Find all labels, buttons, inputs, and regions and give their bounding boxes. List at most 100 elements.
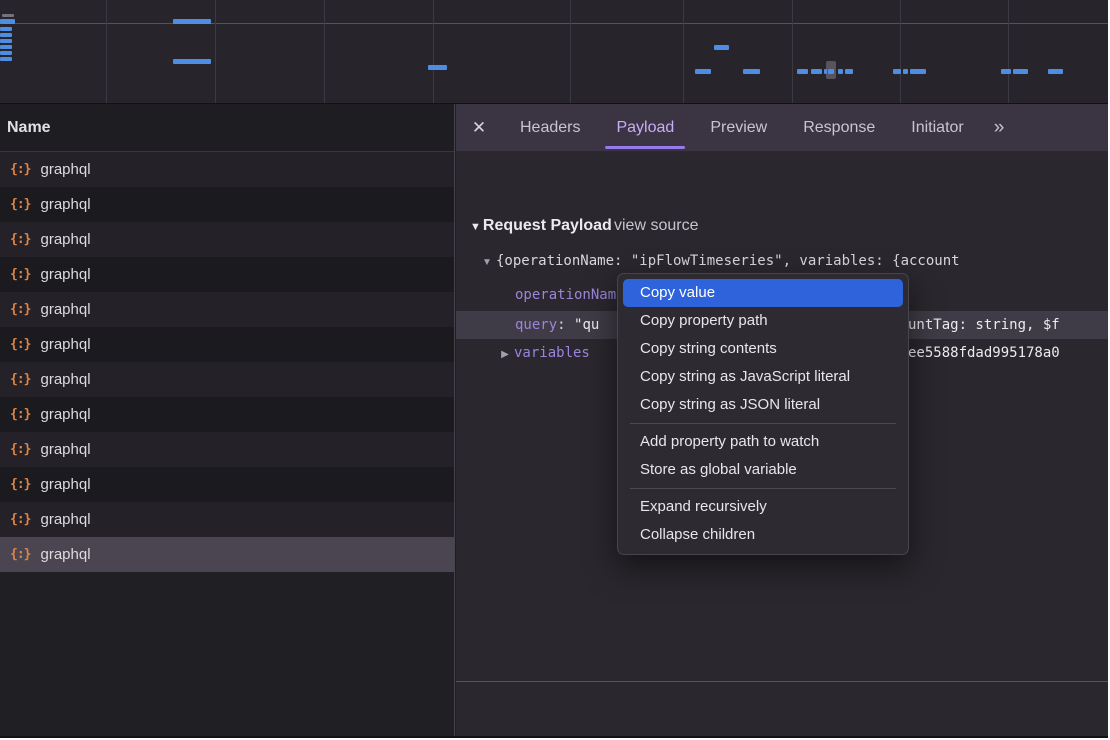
property-key: operationName — [515, 287, 625, 303]
menu-item-copy-property-path[interactable]: Copy property path — [623, 307, 903, 335]
property-value-right-fragment: untTag: string, $f — [908, 311, 1060, 339]
request-timing-bar — [838, 69, 843, 74]
request-name-label: graphql — [40, 336, 90, 353]
request-row[interactable]: {:} graphql — [0, 502, 454, 537]
request-timing-bar — [903, 69, 908, 74]
collapse-triangle-icon: ▼ — [470, 221, 481, 233]
json-fetch-icon: {:} — [10, 477, 30, 492]
more-tabs-chevron-icon[interactable]: » — [986, 104, 1011, 151]
json-fetch-icon: {:} — [10, 372, 30, 387]
request-row[interactable]: {:} graphql — [0, 222, 454, 257]
request-row[interactable]: {:} graphql — [0, 292, 454, 327]
json-fetch-icon: {:} — [10, 407, 30, 422]
request-timing-bar — [173, 19, 211, 24]
overview-gridline — [792, 0, 793, 103]
json-fetch-icon: {:} — [10, 162, 30, 177]
collapsed-triangle-icon[interactable]: ▶ — [496, 341, 514, 367]
request-row[interactable]: {:} graphql — [0, 187, 454, 222]
request-name-label: graphql — [40, 441, 90, 458]
json-fetch-icon: {:} — [10, 302, 30, 317]
request-timing-bar — [910, 69, 926, 74]
menu-item-copy-string-as-javascript-literal[interactable]: Copy string as JavaScript literal — [623, 363, 903, 391]
tab-response[interactable]: Response — [796, 104, 882, 151]
expanded-triangle-icon[interactable]: ▼ — [478, 249, 496, 275]
object-preview-text: {operationName: "ipFlowTimeseries", vari… — [496, 253, 960, 269]
request-row[interactable]: {:} graphql — [0, 432, 454, 467]
json-fetch-icon: {:} — [10, 232, 30, 247]
menu-item-store-as-global-variable[interactable]: Store as global variable — [623, 456, 903, 484]
property-key: query — [515, 317, 557, 333]
request-name-label: graphql — [40, 301, 90, 318]
menu-separator — [630, 488, 896, 489]
request-timing-bar — [1048, 69, 1063, 74]
property-value-left-fragment: "qu — [574, 317, 599, 333]
json-fetch-icon: {:} — [10, 512, 30, 527]
request-name-label: graphql — [40, 196, 90, 213]
overview-gridline — [900, 0, 901, 103]
request-row-selected[interactable]: {:}graphql — [0, 537, 454, 572]
tab-payload[interactable]: Payload — [609, 104, 681, 151]
key-separator: : — [557, 317, 574, 333]
request-timing-bar — [0, 27, 12, 31]
overview-gridline — [324, 0, 325, 103]
request-row[interactable]: {:} graphql — [0, 152, 454, 187]
request-name-label: graphql — [40, 371, 90, 388]
json-fetch-icon: {:} — [10, 547, 30, 562]
request-name-label: graphql — [40, 406, 90, 423]
overview-gridline — [1008, 0, 1009, 103]
variables-value-right-fragment: ee5588fdad995178a0 — [908, 339, 1060, 367]
request-row[interactable]: {:} graphql — [0, 467, 454, 502]
request-payload-section-title[interactable]: ▼Request Payload — [470, 212, 612, 240]
overview-gridline — [570, 0, 571, 103]
request-timing-bar — [714, 45, 729, 50]
request-timing-bar — [811, 69, 822, 74]
request-timing-bar — [0, 57, 12, 61]
request-name-label: graphql — [40, 476, 90, 493]
overview-gridline — [215, 0, 216, 103]
menu-item-expand-recursively[interactable]: Expand recursively — [623, 493, 903, 521]
request-name-label: graphql — [40, 161, 90, 178]
request-name-label: graphql — [40, 266, 90, 283]
menu-item-collapse-children[interactable]: Collapse children — [623, 521, 903, 549]
request-payload-label: Request Payload — [483, 217, 612, 234]
request-rows: {:} graphql {:} graphql {:} graphql {:} graphql… — [0, 152, 454, 572]
overview-horizontal-gridline — [0, 23, 1108, 24]
request-timing-bar — [0, 45, 12, 49]
request-row[interactable]: {:} graphql — [0, 362, 454, 397]
request-name-label: graphql — [40, 231, 90, 248]
tab-preview[interactable]: Preview — [703, 104, 774, 151]
menu-item-copy-string-as-json-literal[interactable]: Copy string as JSON literal — [623, 391, 903, 419]
request-timing-bar — [0, 39, 12, 43]
overview-gridline — [106, 0, 107, 103]
property-key: variables — [514, 345, 590, 361]
request-timing-bar — [824, 69, 827, 74]
overview-gridline — [433, 0, 434, 103]
json-fetch-icon: {:} — [10, 197, 30, 212]
request-timing-bar — [0, 33, 12, 37]
devtools-network-panel: Name {:}graphql{:}graphql{:}graphql{:}gr… — [0, 0, 1108, 738]
request-timing-bar — [428, 65, 447, 70]
json-fetch-icon: {:} — [10, 267, 30, 282]
request-timing-bar — [893, 69, 901, 74]
payload-object-preview-row[interactable]: ▼{operationName: "ipFlowTimeseries", var… — [456, 247, 1108, 275]
request-row[interactable]: {:} graphql — [0, 257, 454, 292]
request-row[interactable]: {:} graphql — [0, 397, 454, 432]
column-header-name[interactable]: Name — [0, 104, 454, 152]
request-row[interactable]: {:} graphql — [0, 327, 454, 362]
network-overview-timeline[interactable] — [0, 0, 1108, 104]
json-fetch-icon: {:} — [10, 337, 30, 352]
menu-item-copy-string-contents[interactable]: Copy string contents — [623, 335, 903, 363]
json-fetch-icon: {:} — [10, 442, 30, 457]
request-name-label: graphql — [40, 511, 90, 528]
close-icon[interactable]: ✕ — [456, 104, 502, 151]
menu-item-add-property-path-to-watch[interactable]: Add property path to watch — [623, 428, 903, 456]
request-list-panel: Name {:}graphql{:}graphql{:}graphql{:}gr… — [0, 104, 455, 736]
tab-headers[interactable]: Headers — [513, 104, 587, 151]
request-timing-bar — [845, 69, 853, 74]
view-source-link[interactable]: view source — [614, 212, 698, 240]
request-timing-bar — [1013, 69, 1028, 74]
request-timing-bar — [695, 69, 711, 74]
overview-gridline — [683, 0, 684, 103]
menu-item-copy-value[interactable]: Copy value — [623, 279, 903, 307]
tab-initiator[interactable]: Initiator — [904, 104, 970, 151]
